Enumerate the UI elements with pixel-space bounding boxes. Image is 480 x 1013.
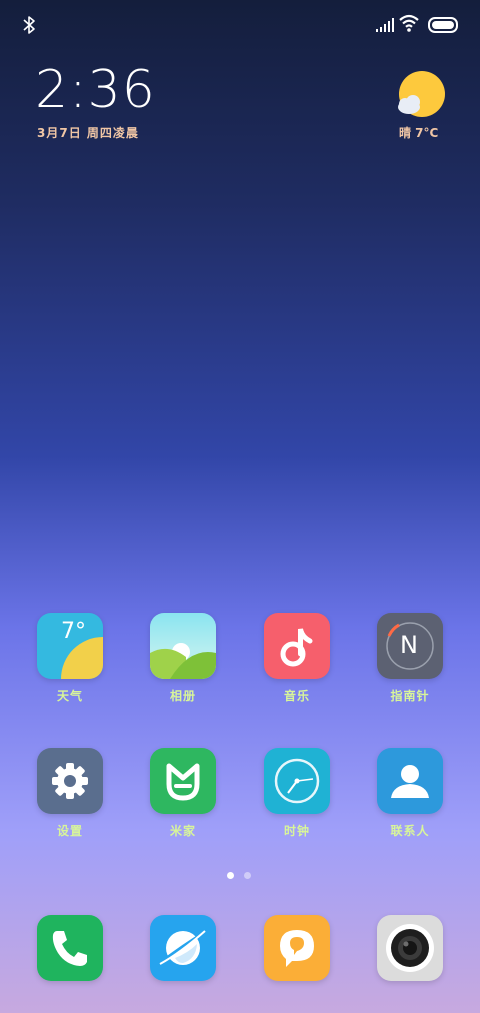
phone-app-icon[interactable]: [37, 915, 103, 981]
gallery-app-icon[interactable]: [150, 613, 216, 679]
app-settings[interactable]: 设置: [37, 748, 103, 839]
messages-app-icon[interactable]: [264, 915, 330, 981]
battery-level: [432, 21, 454, 29]
app-mihome[interactable]: 米家: [150, 748, 216, 839]
weather-app-icon[interactable]: 7°: [37, 613, 103, 679]
clock-date[interactable]: 3月7日 周四凌晨: [37, 124, 139, 141]
compass-north-label: N: [400, 631, 418, 659]
contacts-app-icon[interactable]: [377, 748, 443, 814]
home-screen: 2:36 3月7日 周四凌晨 晴 7°C 7° 天气 相册 音乐 N 指南针 设…: [0, 0, 480, 1013]
mihome-app-icon[interactable]: [150, 748, 216, 814]
app-clock[interactable]: 时钟: [264, 748, 330, 839]
app-label: 联系人: [390, 824, 430, 838]
app-label: 米家: [169, 824, 196, 838]
bluetooth-icon: [23, 16, 35, 34]
compass-app-icon[interactable]: N: [377, 613, 443, 679]
page-dot[interactable]: [244, 872, 251, 879]
dock-camera[interactable]: [377, 915, 443, 981]
signal-icon: [376, 18, 394, 32]
clock-time[interactable]: 2:36: [35, 60, 156, 120]
settings-app-icon[interactable]: [37, 748, 103, 814]
app-compass[interactable]: N 指南针: [377, 613, 443, 704]
app-music[interactable]: 音乐: [264, 613, 330, 704]
app-weather[interactable]: 7° 天气: [37, 613, 103, 704]
app-label: 天气: [56, 689, 83, 703]
app-label: 音乐: [283, 689, 310, 703]
dock-messages[interactable]: [264, 915, 330, 981]
wifi-icon: [399, 14, 419, 32]
app-label: 时钟: [283, 824, 310, 838]
app-label: 相册: [169, 689, 196, 703]
page-indicator: [227, 872, 257, 880]
camera-app-icon[interactable]: [377, 915, 443, 981]
dock-browser[interactable]: [150, 915, 216, 981]
music-app-icon[interactable]: [264, 613, 330, 679]
browser-app-icon[interactable]: [150, 915, 216, 981]
app-contacts[interactable]: 联系人: [377, 748, 443, 839]
dock-phone[interactable]: [37, 915, 103, 981]
clock-app-icon[interactable]: [264, 748, 330, 814]
app-label: 设置: [56, 824, 83, 838]
sun-cloud-icon[interactable]: [394, 70, 446, 122]
weather-app-temp: 7°: [61, 619, 86, 644]
weather-summary[interactable]: 晴 7°C: [399, 124, 438, 141]
app-gallery[interactable]: 相册: [150, 613, 216, 704]
status-bar: [0, 0, 480, 50]
battery-icon: [428, 17, 458, 33]
page-dot-active[interactable]: [227, 872, 234, 879]
app-label: 指南针: [390, 689, 430, 703]
